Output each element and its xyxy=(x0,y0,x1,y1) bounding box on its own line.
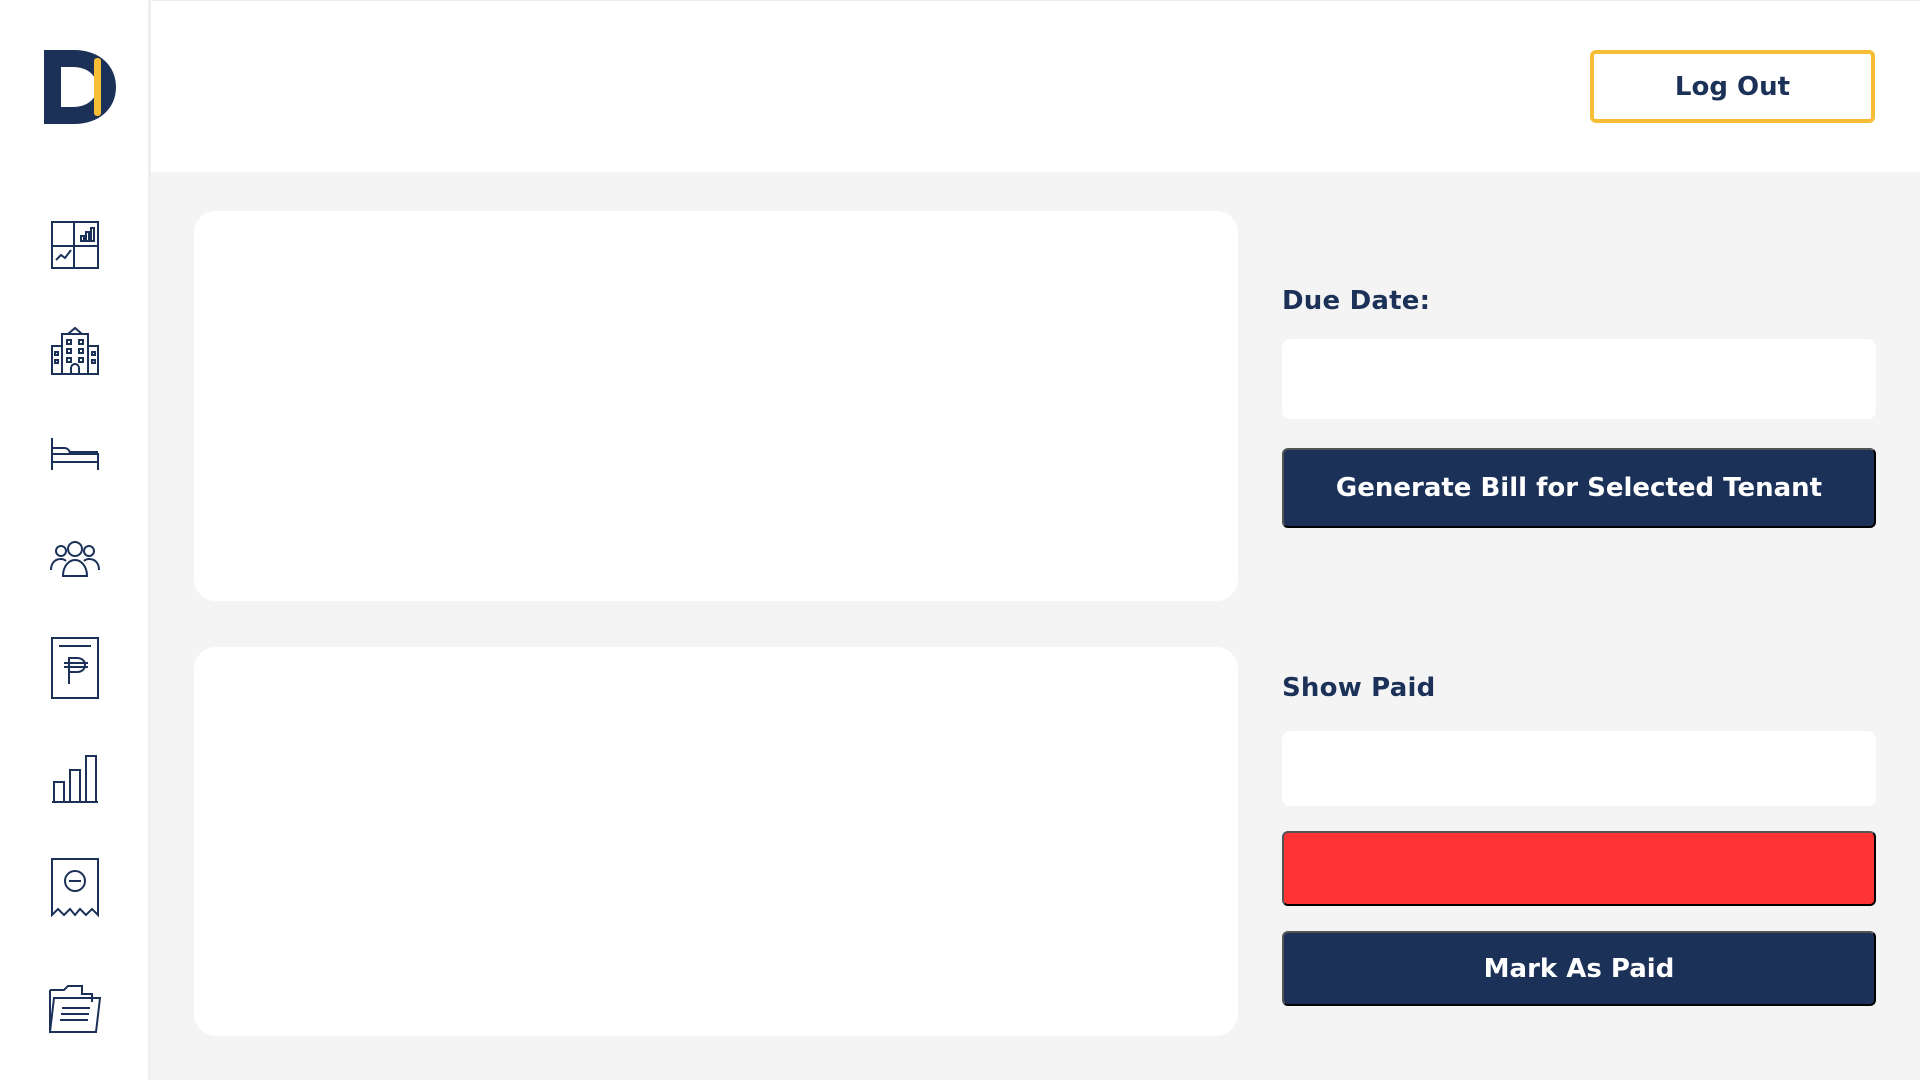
red-action-button[interactable] xyxy=(1282,831,1876,906)
mark-as-paid-button[interactable]: Mark As Paid xyxy=(1282,931,1876,1006)
sidebar-item-billing[interactable] xyxy=(44,634,106,702)
bar-chart-icon xyxy=(52,755,98,803)
peso-bill-icon xyxy=(51,637,99,699)
show-paid-field[interactable] xyxy=(1282,731,1876,806)
logo-d-icon xyxy=(44,50,116,124)
sidebar-item-reports[interactable] xyxy=(44,745,106,813)
sidebar-item-tenants[interactable] xyxy=(44,524,106,592)
bed-icon xyxy=(51,438,99,470)
sidebar-item-dashboard[interactable] xyxy=(44,211,106,279)
sidebar-item-buildings[interactable] xyxy=(44,317,106,385)
receipt-minus-icon xyxy=(51,858,99,918)
tenant-list-panel[interactable] xyxy=(194,211,1238,601)
sidebar-item-rooms[interactable] xyxy=(44,420,106,488)
sidebar xyxy=(0,0,151,1080)
bills-list-panel[interactable] xyxy=(194,647,1238,1036)
due-date-label: Due Date: xyxy=(1282,286,1431,316)
show-paid-label: Show Paid xyxy=(1282,673,1436,703)
due-date-field[interactable] xyxy=(1282,339,1876,419)
sidebar-item-records[interactable] xyxy=(44,975,106,1043)
brand-logo[interactable] xyxy=(44,50,118,124)
users-icon xyxy=(50,541,100,577)
building-icon xyxy=(51,326,99,375)
logout-button[interactable]: Log Out xyxy=(1590,50,1875,123)
generate-bill-button[interactable]: Generate Bill for Selected Tenant xyxy=(1282,448,1876,528)
dashboard-icon xyxy=(51,221,99,269)
folder-icon xyxy=(49,985,102,1033)
sidebar-item-expenses[interactable] xyxy=(44,855,106,923)
